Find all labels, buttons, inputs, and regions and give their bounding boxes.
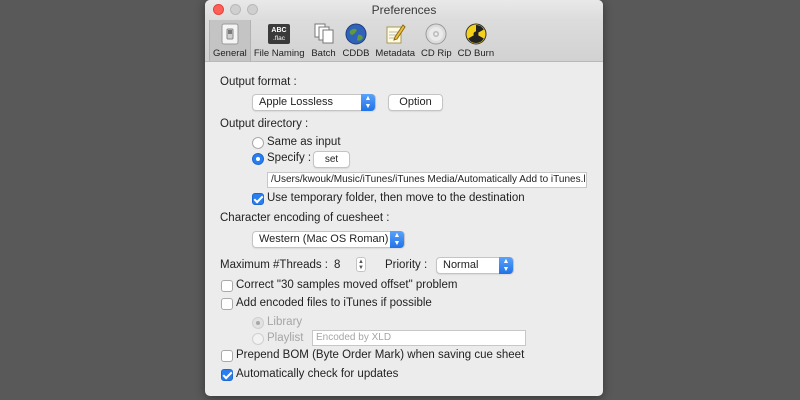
title-bar: Preferences: [205, 0, 603, 20]
option-button[interactable]: Option: [388, 94, 443, 111]
tab-cd-rip-label: CD Rip: [421, 48, 452, 59]
output-format-label: Output format :: [220, 76, 297, 88]
same-as-input-radio[interactable]: [252, 137, 264, 149]
prepend-bom-label[interactable]: Prepend BOM (Byte Order Mark) when savin…: [236, 349, 524, 361]
priority-label: Priority :: [385, 259, 428, 271]
set-button[interactable]: set: [313, 151, 350, 168]
char-encoding-value: Western (Mac OS Roman): [259, 233, 389, 245]
tab-general-label: General: [213, 48, 247, 59]
output-directory-label: Output directory :: [220, 118, 309, 130]
tab-batch-label: Batch: [311, 48, 336, 59]
general-pane: Output format : Apple Lossless ▲ ▼ Option…: [205, 62, 603, 396]
abc-flac-icon: ABC .flac: [266, 22, 292, 46]
tab-cd-burn[interactable]: CD Burn: [455, 20, 497, 61]
chevron-updown-icon: ▲ ▼: [499, 257, 513, 274]
output-format-value: Apple Lossless: [259, 96, 333, 108]
tab-metadata-label: Metadata: [375, 48, 416, 59]
toolbar: General ABC .flac File Naming Batch CDDB …: [205, 20, 603, 62]
threads-stepper[interactable]: ▲ ▼: [356, 257, 366, 272]
cd-icon: [423, 22, 449, 46]
tab-general[interactable]: General: [209, 20, 251, 61]
tab-cd-rip[interactable]: CD Rip: [418, 20, 455, 61]
tab-cd-burn-label: CD Burn: [457, 48, 495, 59]
tab-cddb-label: CDDB: [342, 48, 370, 59]
add-to-itunes-label[interactable]: Add encoded files to iTunes if possible: [236, 297, 432, 309]
priority-select[interactable]: Normal ▲ ▼: [436, 257, 514, 274]
tab-file-naming-label: File Naming: [253, 48, 305, 59]
library-label[interactable]: Library: [267, 316, 302, 328]
add-to-itunes-checkbox[interactable]: [221, 298, 233, 310]
use-temp-folder-label[interactable]: Use temporary folder, then move to the d…: [267, 192, 525, 204]
playlist-field[interactable]: Encoded by XLD: [312, 330, 526, 346]
tab-cddb[interactable]: CDDB: [340, 20, 373, 61]
playlist-radio[interactable]: [252, 333, 264, 345]
chevron-updown-icon: ▲ ▼: [361, 94, 375, 111]
output-format-select[interactable]: Apple Lossless ▲ ▼: [252, 94, 376, 111]
directory-path-field[interactable]: /Users/kwouk/Music/iTunes/iTunes Media/A…: [267, 172, 587, 188]
pencil-paper-icon: [382, 22, 408, 46]
correct-offset-label[interactable]: Correct "30 samples moved offset" proble…: [236, 279, 457, 291]
specify-radio[interactable]: [252, 153, 264, 165]
specify-label[interactable]: Specify :: [267, 152, 311, 164]
tab-batch[interactable]: Batch: [308, 20, 340, 61]
library-radio[interactable]: [252, 317, 264, 329]
prepend-bom-checkbox[interactable]: [221, 350, 233, 362]
radiation-icon: [463, 22, 489, 46]
chevron-updown-icon: ▲ ▼: [390, 231, 404, 248]
char-encoding-label: Character encoding of cuesheet :: [220, 212, 390, 224]
playlist-label[interactable]: Playlist: [267, 332, 303, 344]
char-encoding-select[interactable]: Western (Mac OS Roman) ▲ ▼: [252, 231, 405, 248]
preferences-window: Preferences General ABC .flac File Naming…: [205, 0, 603, 396]
priority-value: Normal: [443, 259, 479, 271]
tab-file-naming[interactable]: ABC .flac File Naming: [251, 20, 308, 61]
switch-icon: [217, 22, 243, 46]
documents-icon: [311, 22, 337, 46]
correct-offset-checkbox[interactable]: [221, 280, 233, 292]
same-as-input-label[interactable]: Same as input: [267, 136, 341, 148]
threads-value[interactable]: 8: [334, 259, 340, 271]
auto-update-checkbox[interactable]: [221, 369, 233, 381]
threads-label: Maximum #Threads :: [220, 259, 329, 271]
auto-update-label[interactable]: Automatically check for updates: [236, 368, 398, 380]
abc-text: ABC: [272, 27, 287, 34]
use-temp-folder-checkbox[interactable]: [252, 193, 264, 205]
flac-text: .flac: [273, 35, 286, 42]
globe-icon: [343, 22, 369, 46]
window-title: Preferences: [371, 3, 437, 17]
tab-metadata[interactable]: Metadata: [372, 20, 418, 61]
